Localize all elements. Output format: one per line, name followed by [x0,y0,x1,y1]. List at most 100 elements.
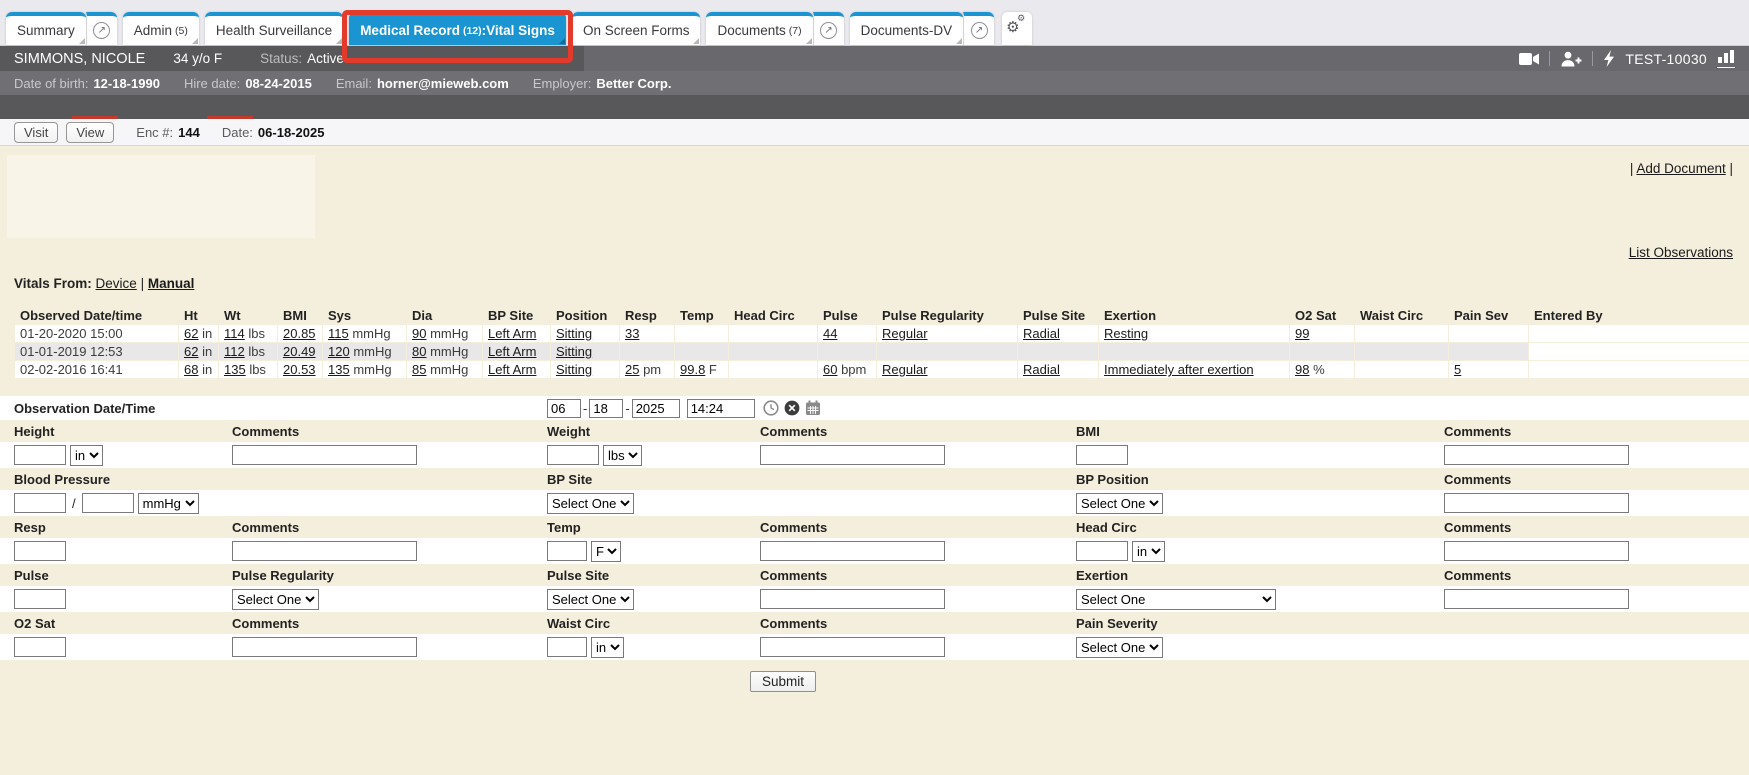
pulse-value-input[interactable] [14,589,66,609]
value-link[interactable]: 99 [1295,326,1309,341]
pulse-site-select[interactable]: Select One [547,589,634,610]
resp-value-input[interactable] [14,541,66,561]
pipe: | [1630,161,1634,176]
value-link[interactable]: 5 [1454,362,1461,377]
value-link[interactable]: Regular [882,326,928,341]
calendar-icon[interactable] [805,400,821,416]
value-link[interactable]: 115 [328,326,349,341]
value-link[interactable]: 135 [328,362,350,377]
temp-value-input[interactable] [547,541,587,561]
tab-health-surveillance[interactable]: Health Surveillance [205,12,343,45]
bp-site-select[interactable]: Select One [547,493,634,514]
add-document-link[interactable]: Add Document [1636,161,1725,176]
head-circ-value-input-unit-select[interactable]: in [1132,541,1165,562]
value-link[interactable]: 20.49 [283,344,316,359]
pulse-comments-input[interactable] [760,589,945,609]
video-camera-icon[interactable] [1519,52,1539,66]
value-link[interactable]: Left Arm [488,344,536,359]
value-link[interactable]: 62 [184,344,198,359]
bp-unit-select[interactable]: mmHg [138,493,199,514]
weight-value-input-unit-select[interactable]: lbs [603,445,642,466]
value-link[interactable]: Resting [1104,326,1148,341]
value-link[interactable]: 33 [625,326,639,341]
value-link[interactable]: 99.8 [680,362,705,377]
date-year-input[interactable] [632,399,680,418]
weight-comments-input[interactable] [760,445,945,465]
value-link[interactable]: 20.53 [283,362,316,377]
tab-on-screen-forms[interactable]: On Screen Forms [572,12,701,45]
tab-popout-button[interactable]: ↗ [86,12,117,45]
submit-button[interactable]: Submit [750,671,816,692]
clock-icon[interactable] [763,400,779,416]
exertion-comments-input[interactable] [1444,589,1629,609]
lightning-bolt-icon[interactable] [1603,50,1615,67]
blood-pressure-input[interactable] [14,493,66,513]
add-person-icon[interactable] [1560,51,1582,67]
value-link[interactable]: 90 [412,326,426,341]
bmi-value-input[interactable] [1076,445,1128,465]
height-value-input-unit-select[interactable]: in [70,445,103,466]
resp-comments-input[interactable] [232,541,417,561]
temp-value-input-unit-select[interactable]: F [591,541,621,562]
value-link[interactable]: Regular [882,362,928,377]
value-link[interactable]: 62 [184,326,198,341]
value-link[interactable]: Radial [1023,362,1060,377]
view-button[interactable]: View [66,122,114,143]
list-observations-link[interactable]: List Observations [1629,245,1733,260]
tab-medical-record[interactable]: Medical Record(12):Vital Signs [349,12,566,45]
waist-circ-comments-input[interactable] [760,637,945,657]
value-link[interactable]: 114 [224,326,245,341]
value-link[interactable]: 25 [625,362,639,377]
tab-popout-button[interactable]: ↗ [813,12,844,45]
value-link[interactable]: 60 [823,362,837,377]
value-link[interactable]: Sitting [556,362,592,377]
value-link[interactable]: 98 [1295,362,1309,377]
value-link[interactable]: Sitting [556,344,592,359]
value-link[interactable]: 44 [823,326,837,341]
flowsheet-chart-icon[interactable] [1717,49,1735,68]
weight-value-input[interactable] [547,445,599,465]
o2-sat-comments-input[interactable] [232,637,417,657]
value-link[interactable]: 80 [412,344,426,359]
tab-summary[interactable]: Summary [6,12,86,45]
device-link[interactable]: Device [96,276,137,291]
column-header: Head Circ [729,307,817,324]
value-link[interactable]: Left Arm [488,326,536,341]
date-day-input[interactable] [589,399,623,418]
waist-circ-value-input[interactable] [547,637,587,657]
blood-pressure-input[interactable] [82,493,134,513]
value-link[interactable]: 20.85 [283,326,316,341]
manual-link[interactable]: Manual [148,276,195,291]
bp-position-select[interactable]: Select One [1076,493,1163,514]
settings-gear-button[interactable]: ⚙ ⚙ [1002,12,1032,45]
height-comments-input[interactable] [232,445,417,465]
pain-severity-select[interactable]: Select One [1076,637,1163,658]
value-link[interactable]: Sitting [556,326,592,341]
temp-comments-input[interactable] [760,541,945,561]
bmi-comments-input[interactable] [1444,445,1629,465]
value-link[interactable]: 68 [184,362,198,377]
value-link[interactable]: Radial [1023,326,1060,341]
value-link[interactable]: 85 [412,362,426,377]
height-value-input[interactable] [14,445,66,465]
head-circ-comments-input[interactable] [1444,541,1629,561]
tab-popout-button[interactable]: ↗ [963,12,994,45]
o2-sat-value-input[interactable] [14,637,66,657]
clear-date-icon[interactable] [784,400,800,416]
head-circ-value-input[interactable] [1076,541,1128,561]
value-link[interactable]: 112 [224,344,245,359]
pulse-regularity-select[interactable]: Select One [232,589,319,610]
bp-comments-input[interactable] [1444,493,1629,513]
tab-admin[interactable]: Admin(5) [123,12,199,45]
value-link[interactable]: Immediately after exertion [1104,362,1254,377]
visit-button[interactable]: Visit [14,122,58,143]
waist-circ-value-input-unit-select[interactable]: in [591,637,624,658]
tab-documents-dv[interactable]: Documents-DV [850,12,964,45]
exertion-select[interactable]: Select One [1076,589,1276,610]
value-link[interactable]: 135 [224,362,246,377]
date-month-input[interactable] [547,399,581,418]
value-link[interactable]: 120 [328,344,350,359]
value-link[interactable]: Left Arm [488,362,536,377]
tab-documents[interactable]: Documents(7) [706,12,812,45]
time-input[interactable] [687,399,755,418]
